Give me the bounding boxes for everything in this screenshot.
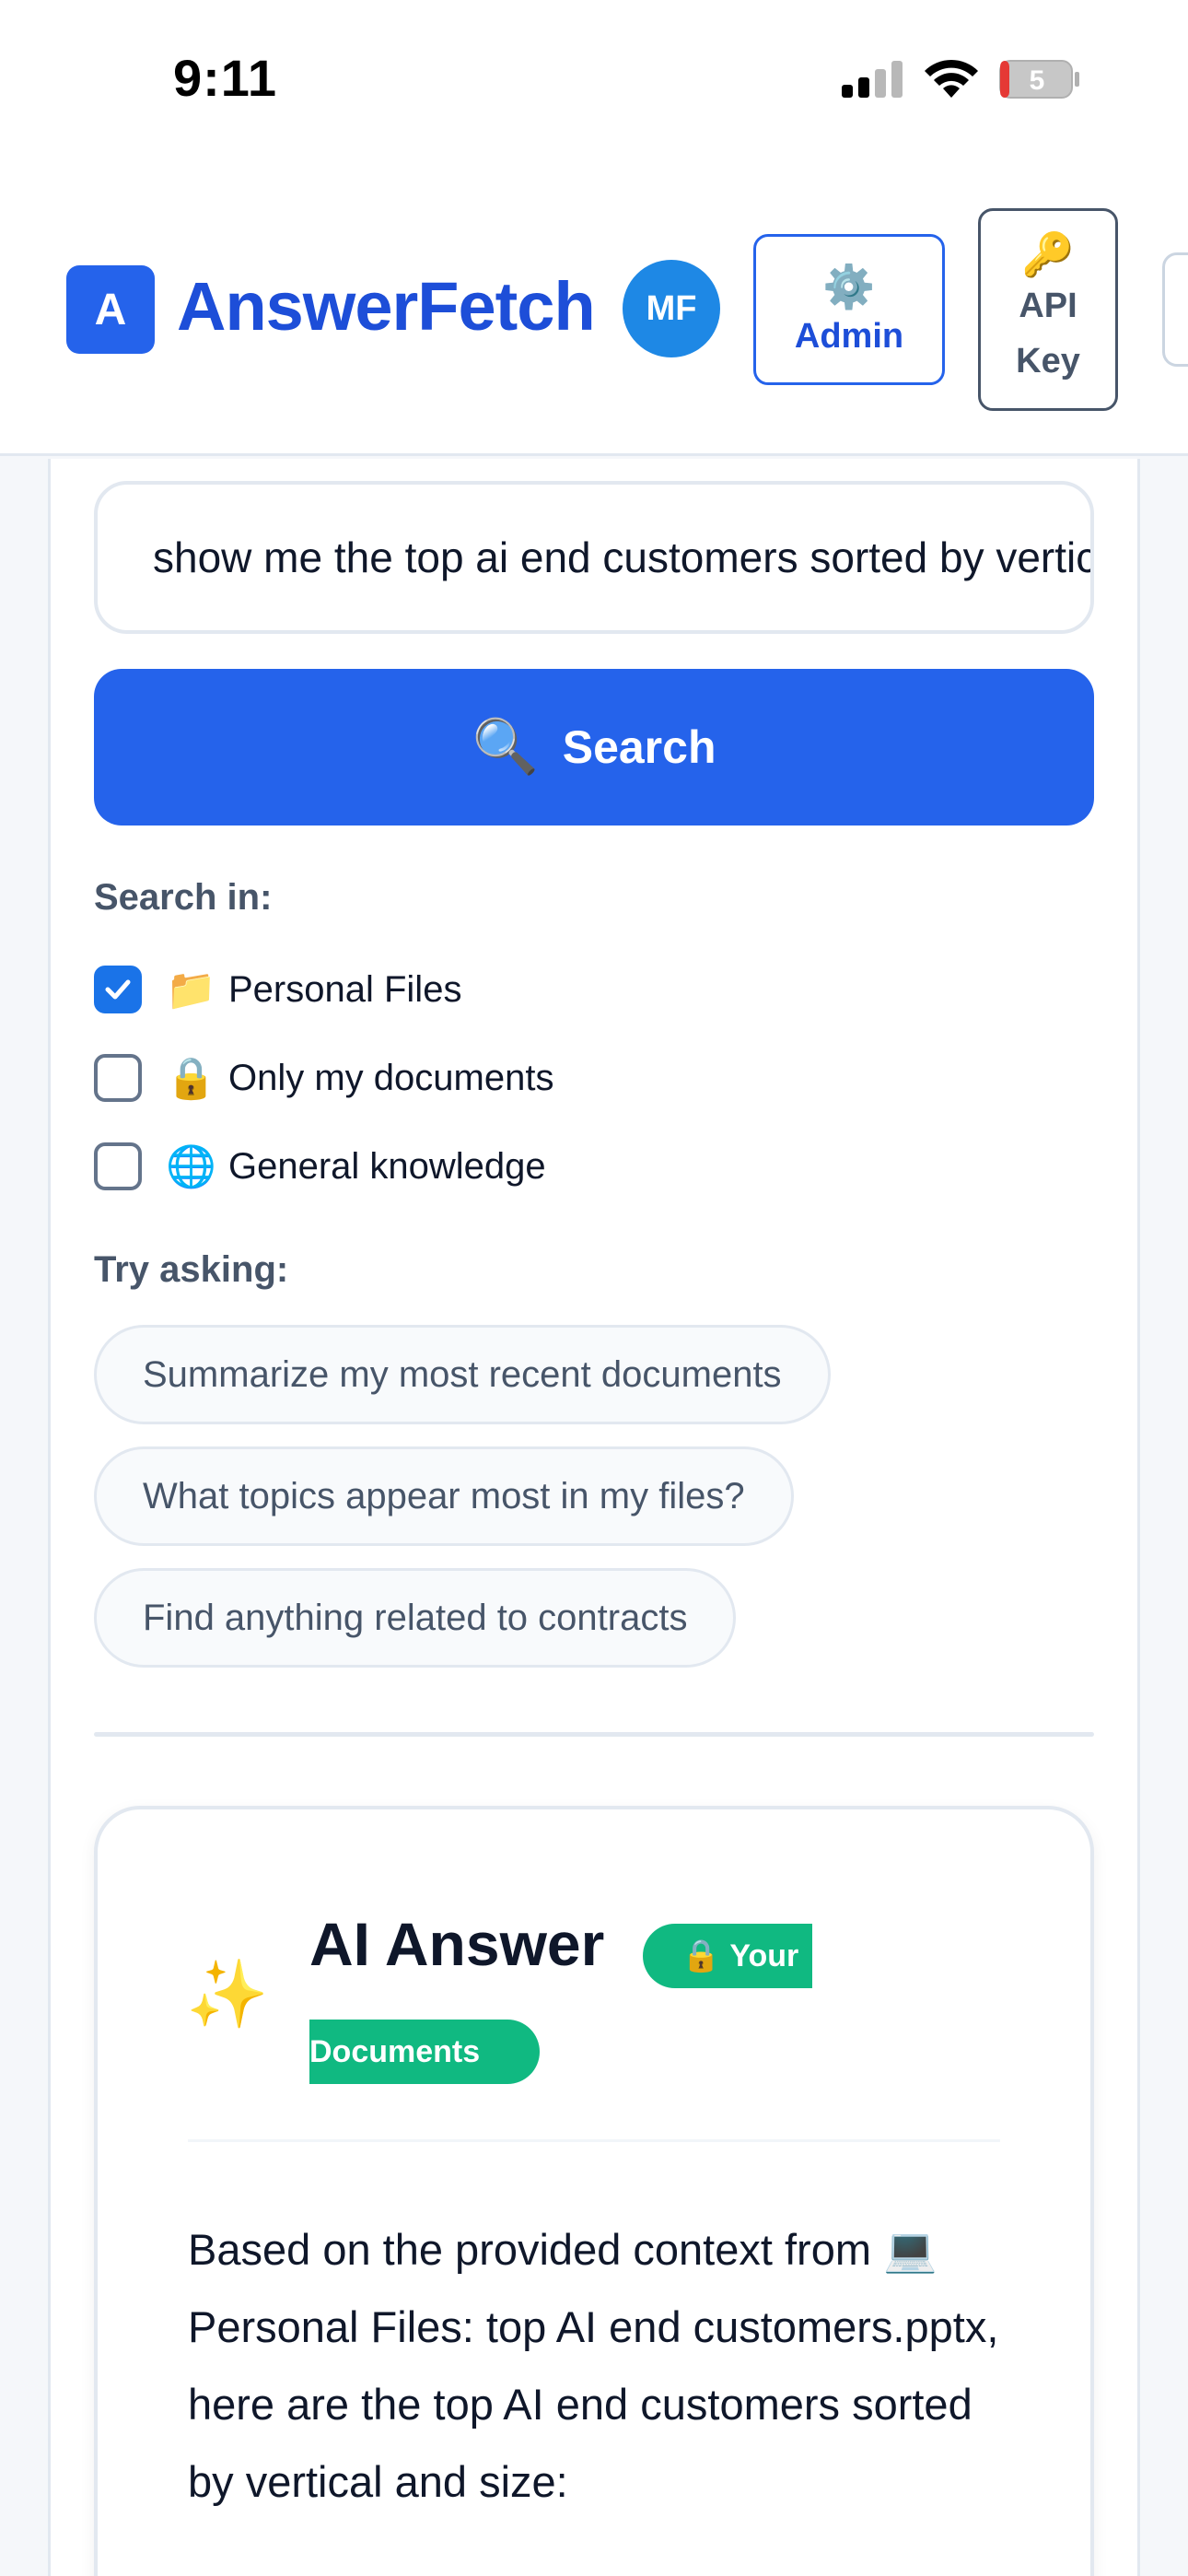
- answer-title: AI Answer: [309, 1910, 605, 1978]
- lock-icon: 🔒: [681, 1938, 721, 1973]
- try-asking-label: Try asking:: [94, 1249, 289, 1290]
- checkmark-icon: [105, 979, 131, 1000]
- folder-icon: 📁: [166, 967, 216, 1013]
- admin-button[interactable]: ⚙️ Admin: [753, 234, 945, 385]
- option-label: General knowledge: [228, 1145, 546, 1187]
- source-badge-continued: Documents: [309, 2020, 540, 2084]
- overflow-button[interactable]: [1162, 252, 1188, 367]
- section-divider: [94, 1732, 1094, 1737]
- gear-icon: ⚙️: [822, 262, 876, 310]
- option-general-knowledge[interactable]: 🌐 General knowledge: [94, 1139, 546, 1194]
- only-my-documents-checkbox[interactable]: [94, 1054, 142, 1102]
- suggestion-text: Summarize my most recent documents: [143, 1353, 782, 1395]
- api-key-button-label: API Key: [1016, 287, 1080, 381]
- logo-icon[interactable]: A: [66, 265, 155, 354]
- key-icon: 🔑: [1021, 230, 1075, 278]
- sparkles-icon: ✨: [186, 1958, 269, 2032]
- globe-icon: 🌐: [166, 1144, 216, 1189]
- app-header: A AnswerFetch MF ⚙️ Admin 🔑 API Key: [0, 157, 1188, 456]
- personal-files-checkbox[interactable]: [94, 966, 142, 1013]
- lock-icon: 🔒: [166, 1056, 216, 1101]
- avatar[interactable]: MF: [623, 260, 720, 357]
- cellular-signal-icon: [842, 61, 903, 98]
- general-knowledge-checkbox[interactable]: [94, 1142, 142, 1190]
- suggestion-text: Find anything related to contracts: [143, 1597, 688, 1638]
- search-in-label: Search in:: [94, 877, 273, 918]
- search-query-text: show me the top ai end customers sorted …: [153, 533, 1094, 581]
- option-personal-files[interactable]: 📁 Personal Files: [94, 962, 461, 1017]
- badge-text-line1: Your: [729, 1938, 799, 1973]
- suggestion-chip[interactable]: What topics appear most in my files?: [94, 1446, 794, 1546]
- wifi-icon: [925, 59, 978, 98]
- magnifier-icon: 🔍: [472, 717, 539, 777]
- suggestion-text: What topics appear most in my files?: [143, 1475, 745, 1516]
- option-label: Personal Files: [228, 968, 462, 1010]
- answer-separator: [188, 2139, 1000, 2142]
- suggestion-chip[interactable]: Summarize my most recent documents: [94, 1325, 831, 1424]
- admin-button-label: Admin: [794, 316, 904, 356]
- answer-body: Based on the provided context from 💻 Per…: [188, 2225, 999, 2506]
- suggestion-chip[interactable]: Find anything related to contracts: [94, 1568, 737, 1668]
- badge-text-line2: Documents: [309, 2033, 481, 2069]
- search-button-label: Search: [562, 721, 716, 773]
- option-label: Only my documents: [228, 1057, 554, 1098]
- brand-name[interactable]: AnswerFetch: [177, 267, 596, 345]
- option-only-my-documents[interactable]: 🔒 Only my documents: [94, 1050, 553, 1106]
- api-key-button[interactable]: 🔑 API Key: [978, 208, 1118, 411]
- search-input[interactable]: show me the top ai end customers sorted …: [94, 481, 1094, 634]
- status-bar: 9:11 5: [0, 0, 1188, 157]
- status-time: 9:11: [173, 49, 277, 107]
- battery-icon: 5: [999, 60, 1079, 99]
- source-badge: 🔒 Your: [643, 1924, 812, 1988]
- battery-level: 5: [1030, 65, 1045, 96]
- search-button[interactable]: 🔍 Search: [94, 669, 1094, 825]
